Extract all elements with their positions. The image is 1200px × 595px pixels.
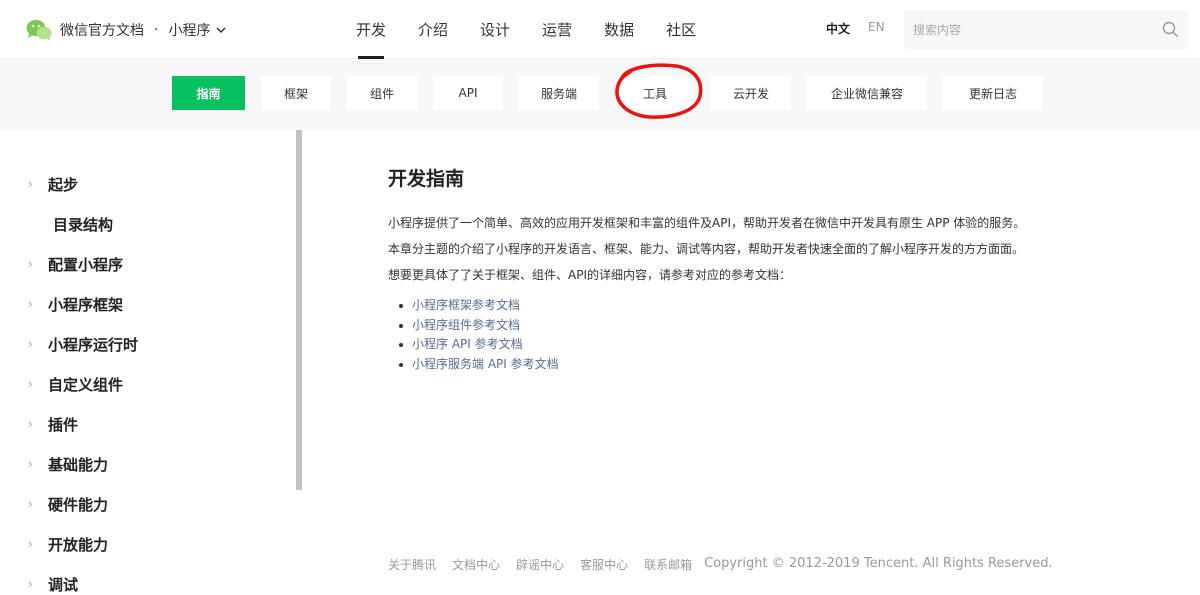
- list-item: 小程序框架参考文档: [388, 296, 1028, 316]
- chevron-right-icon: ›: [28, 497, 33, 511]
- sub-nav-bar: 指南 框架 组件 API 服务端 工具 云开发 企业微信兼容 更新日志: [0, 59, 1200, 130]
- footer: 关于腾讯 文档中心 辟谣中心 客服中心 联系邮箱 Copyright © 201…: [388, 556, 1053, 573]
- nav-develop[interactable]: 开发: [340, 0, 402, 59]
- footer-link-rumor[interactable]: 辟谣中心: [516, 556, 564, 573]
- sidebar-item-start[interactable]: › 起步: [28, 173, 78, 195]
- sidebar-item-label: 硬件能力: [48, 495, 109, 514]
- link-server-api-ref[interactable]: 小程序服务端 API 参考文档: [412, 357, 559, 371]
- nav-design[interactable]: 设计: [464, 0, 526, 59]
- sidebar-item-open[interactable]: › 开放能力: [28, 533, 108, 555]
- tab-api[interactable]: API: [433, 76, 503, 110]
- intro-paragraph: 本章分主题的介绍了小程序的开发语言、框架、能力、调试等内容，帮助开发者快速全面的…: [388, 242, 1025, 256]
- intro-paragraph: 想要更具体了了关于框架、组件、API的详细内容，请参考对应的参考文档：: [388, 268, 791, 282]
- nav-intro[interactable]: 介绍: [402, 0, 464, 59]
- tab-cloud[interactable]: 云开发: [711, 76, 791, 110]
- chevron-right-icon: ›: [28, 177, 33, 191]
- sidebar: › 起步 目录结构 › 配置小程序 › 小程序框架 › 小程序运行时 › 自定义组件 › 插…: [0, 130, 300, 594]
- search-input[interactable]: [904, 10, 1144, 49]
- nav-data[interactable]: 数据: [588, 0, 650, 59]
- tab-changelog[interactable]: 更新日志: [943, 76, 1043, 110]
- sidebar-item-label: 插件: [48, 415, 79, 434]
- brand-separator: ·: [154, 22, 159, 38]
- sidebar-item-basic[interactable]: › 基础能力: [28, 453, 108, 475]
- sidebar-item-label: 基础能力: [48, 455, 109, 474]
- lang-en[interactable]: EN: [868, 20, 885, 37]
- product-dropdown-label: 小程序: [168, 23, 211, 39]
- chevron-right-icon: ›: [28, 297, 33, 311]
- sidebar-item-framework[interactable]: › 小程序框架: [28, 293, 123, 315]
- tab-tools[interactable]: 工具: [615, 76, 695, 110]
- search-icon[interactable]: [1162, 21, 1179, 38]
- sidebar-item-debug[interactable]: › 调试: [28, 573, 78, 595]
- reference-links: 小程序框架参考文档 小程序组件参考文档 小程序 API 参考文档 小程序服务端 …: [388, 296, 1028, 374]
- nav-community[interactable]: 社区: [650, 0, 712, 59]
- chevron-right-icon: ›: [28, 537, 33, 551]
- link-framework-ref[interactable]: 小程序框架参考文档: [412, 298, 520, 312]
- sidebar-item-custom-components[interactable]: › 自定义组件: [28, 373, 123, 395]
- footer-link-support[interactable]: 客服中心: [580, 556, 628, 573]
- page-title: 开发指南: [388, 168, 465, 190]
- link-api-ref[interactable]: 小程序 API 参考文档: [412, 337, 523, 351]
- chevron-right-icon: ›: [28, 577, 33, 591]
- tab-server[interactable]: 服务端: [519, 76, 599, 110]
- tab-framework[interactable]: 框架: [261, 76, 331, 110]
- sidebar-item-label: 起步: [48, 175, 79, 194]
- sidebar-item-config[interactable]: › 配置小程序: [28, 253, 123, 275]
- sidebar-item-hardware[interactable]: › 硬件能力: [28, 493, 108, 515]
- chevron-right-icon: ›: [28, 257, 33, 271]
- tab-guide[interactable]: 指南: [172, 76, 245, 110]
- language-switch: 中文 EN: [826, 20, 885, 37]
- main-nav: 开发 介绍 设计 运营 数据 社区: [340, 0, 712, 59]
- chevron-right-icon: ›: [28, 417, 33, 431]
- intro-paragraph: 小程序提供了一个简单、高效的应用开发框架和丰富的组件及API，帮助开发者在微信中…: [388, 216, 1026, 230]
- list-item: 小程序 API 参考文档: [388, 335, 1028, 355]
- footer-link-about[interactable]: 关于腾讯: [388, 556, 436, 573]
- sidebar-item-label: 小程序框架: [48, 295, 124, 314]
- sidebar-item-label: 开放能力: [48, 535, 109, 554]
- sidebar-item-label: 调试: [48, 575, 79, 594]
- top-header: 微信官方文档 · 小程序 开发 介绍 设计 运营 数据 社区 中文 EN: [0, 0, 1200, 59]
- tab-wecom[interactable]: 企业微信兼容: [807, 76, 927, 110]
- list-item: 小程序组件参考文档: [388, 316, 1028, 336]
- sidebar-item-label: 自定义组件: [48, 375, 124, 394]
- main-content: 开发指南 小程序提供了一个简单、高效的应用开发框架和丰富的组件及API，帮助开发…: [388, 165, 1028, 374]
- sidebar-item-directory[interactable]: 目录结构: [28, 213, 113, 235]
- wechat-logo-icon: [26, 19, 52, 41]
- sidebar-scrollbar[interactable]: [296, 130, 302, 490]
- sidebar-item-label: 目录结构: [53, 215, 114, 234]
- chevron-right-icon: ›: [28, 337, 33, 351]
- chevron-right-icon: ›: [28, 457, 33, 471]
- sub-nav: 指南 框架 组件 API 服务端 工具 云开发 企业微信兼容 更新日志: [172, 76, 1059, 110]
- link-components-ref[interactable]: 小程序组件参考文档: [412, 318, 520, 332]
- list-item: 小程序服务端 API 参考文档: [388, 355, 1028, 375]
- sidebar-item-runtime[interactable]: › 小程序运行时: [28, 333, 138, 355]
- sidebar-item-plugins[interactable]: › 插件: [28, 413, 78, 435]
- product-dropdown[interactable]: 小程序: [168, 20, 226, 40]
- chevron-down-icon: [216, 22, 226, 38]
- nav-operate[interactable]: 运营: [526, 0, 588, 59]
- copyright: Copyright © 2012-2019 Tencent. All Right…: [704, 556, 1053, 571]
- tab-components[interactable]: 组件: [347, 76, 417, 110]
- sidebar-item-label: 小程序运行时: [48, 335, 139, 354]
- brand[interactable]: 微信官方文档 · 小程序: [26, 17, 226, 43]
- footer-link-email[interactable]: 联系邮箱: [644, 556, 692, 573]
- chevron-right-icon: ›: [28, 377, 33, 391]
- footer-link-docs[interactable]: 文档中心: [452, 556, 500, 573]
- lang-zh[interactable]: 中文: [826, 20, 850, 37]
- sidebar-item-label: 配置小程序: [48, 255, 124, 274]
- brand-title[interactable]: 微信官方文档: [60, 20, 144, 40]
- search-box: [904, 10, 1188, 49]
